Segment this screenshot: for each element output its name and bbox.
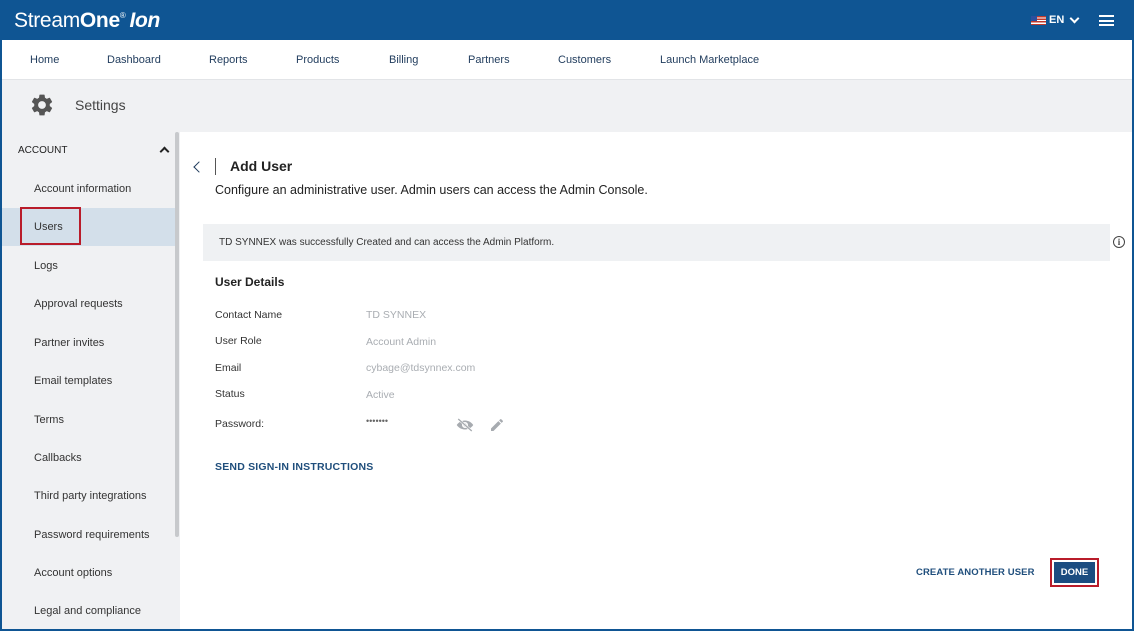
eye-off-icon[interactable] [456, 418, 474, 432]
info-icon[interactable]: i [1113, 236, 1125, 248]
sidebar-item-email-templates[interactable]: Email templates [0, 362, 175, 400]
done-highlight-box: DONE [1050, 558, 1099, 587]
nav-partners[interactable]: Partners [468, 54, 510, 66]
logo-registered-mark: ® [119, 11, 126, 20]
main-nav: Home Dashboard Reports Products Billing … [0, 40, 1134, 80]
create-another-user-button[interactable]: CREATE ANOTHER USER [916, 567, 1035, 578]
pencil-icon[interactable] [489, 417, 505, 433]
settings-header [0, 80, 1134, 132]
email-value: cybage@tdsynnex.com [366, 362, 476, 374]
nav-reports[interactable]: Reports [209, 54, 248, 66]
nav-dashboard[interactable]: Dashboard [107, 54, 161, 66]
status-label: Status [215, 388, 245, 400]
done-button[interactable]: DONE [1054, 562, 1095, 583]
logo-one-text: One [79, 9, 120, 32]
logo-ion-text: Ion [129, 9, 161, 32]
top-bar: StreamOne® Ion EN [0, 0, 1134, 40]
page-title: Add User [230, 158, 293, 174]
sidebar-scrollbar[interactable] [175, 132, 179, 537]
contact-name-value: TD SYNNEX [366, 309, 427, 321]
sidebar-item-account-information[interactable]: Account information [0, 170, 175, 208]
sidebar-item-logs[interactable]: Logs [0, 247, 175, 285]
nav-home[interactable]: Home [30, 54, 59, 66]
nav-launch-marketplace[interactable]: Launch Marketplace [660, 54, 759, 66]
streamone-ion-logo[interactable]: StreamOne® Ion [14, 9, 160, 33]
main-panel [180, 132, 1132, 629]
sidebar-item-account-options[interactable]: Account options [0, 554, 175, 592]
email-label: Email [215, 362, 242, 374]
status-value: Active [366, 389, 395, 401]
logo-stream-text: Stream [14, 9, 80, 32]
success-notice: TD SYNNEX was successfully Created and c… [203, 224, 1110, 261]
user-role-label: User Role [215, 335, 262, 347]
language-label: EN [1049, 14, 1065, 26]
send-sign-in-instructions-link[interactable]: SEND SIGN-IN INSTRUCTIONS [215, 461, 373, 473]
page-subtitle: Configure an administrative user. Admin … [215, 183, 648, 197]
us-flag-icon [1031, 15, 1046, 25]
password-value: ••••••• [366, 416, 389, 426]
language-selector[interactable]: EN [1031, 13, 1080, 26]
user-role-value: Account Admin [366, 336, 437, 348]
nav-billing[interactable]: Billing [389, 54, 418, 66]
user-details-title: User Details [215, 275, 285, 289]
contact-name-label: Contact Name [215, 309, 283, 321]
sidebar-item-partner-invites[interactable]: Partner invites [0, 324, 175, 362]
sidebar-section-account[interactable]: ACCOUNT [18, 145, 67, 156]
sidebar-item-users[interactable]: Users [0, 208, 175, 246]
sidebar-item-callbacks[interactable]: Callbacks [0, 439, 175, 477]
settings-title: Settings [75, 97, 126, 113]
nav-products[interactable]: Products [296, 54, 339, 66]
gear-icon [31, 94, 53, 116]
chevron-down-icon [1069, 13, 1080, 23]
hamburger-menu-icon[interactable] [1099, 15, 1114, 26]
sidebar-item-approval-requests[interactable]: Approval requests [0, 285, 175, 323]
sidebar-item-terms[interactable]: Terms [0, 401, 175, 439]
sidebar-item-third-party-integrations[interactable]: Third party integrations [0, 477, 175, 515]
password-label: Password: [215, 418, 265, 430]
nav-customers[interactable]: Customers [558, 54, 611, 66]
sidebar-item-legal-and-compliance[interactable]: Legal and compliance [0, 592, 175, 630]
sidebar-item-password-requirements[interactable]: Password requirements [0, 516, 175, 554]
title-divider [215, 158, 216, 175]
